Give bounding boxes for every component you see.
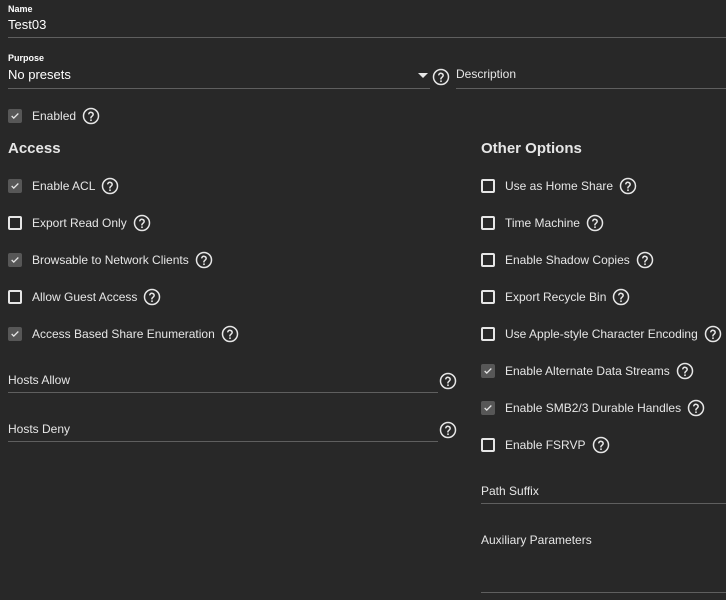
option-row-enable-smb2-3-durable-handles[interactable]: Enable SMB2/3 Durable Handles: [481, 398, 705, 418]
option-row-enable-shadow-copies[interactable]: Enable Shadow Copies: [481, 250, 654, 270]
option-row-allow-guest-access[interactable]: Allow Guest Access: [8, 287, 161, 307]
help-circle-icon[interactable]: [101, 177, 119, 195]
time-machine-label: Time Machine: [505, 216, 580, 230]
enable-alternate-data-streams-checkbox[interactable]: [481, 364, 495, 378]
check-icon: [11, 183, 19, 189]
path-suffix-input[interactable]: Path Suffix: [481, 484, 539, 498]
help-circle-icon[interactable]: [143, 288, 161, 306]
export-recycle-bin-checkbox[interactable]: [481, 290, 495, 304]
option-row-enable-alternate-data-streams[interactable]: Enable Alternate Data Streams: [481, 361, 694, 381]
check-icon: [11, 257, 19, 263]
help-circle-icon[interactable]: [676, 362, 694, 380]
option-row-enable-fsrvp[interactable]: Enable FSRVP: [481, 435, 610, 455]
browsable-to-network-clients-label: Browsable to Network Clients: [32, 253, 189, 267]
help-circle-icon[interactable]: [636, 251, 654, 269]
help-circle-icon[interactable]: [619, 177, 637, 195]
other-options-section-title: Other Options: [481, 140, 582, 157]
hosts-allow-input[interactable]: Hosts Allow: [8, 373, 70, 387]
purpose-underline: [8, 88, 430, 89]
use-as-home-share-label: Use as Home Share: [505, 179, 614, 193]
check-icon: [11, 331, 19, 337]
access-based-share-enumeration-label: Access Based Share Enumeration: [32, 327, 215, 341]
export-read-only-checkbox[interactable]: [8, 216, 22, 230]
enable-smb2-3-durable-handles-label: Enable SMB2/3 Durable Handles: [505, 401, 682, 415]
help-circle-icon[interactable]: [221, 325, 239, 343]
allow-guest-access-label: Allow Guest Access: [32, 290, 138, 304]
help-circle-icon[interactable]: [82, 107, 100, 125]
name-label: Name: [8, 4, 33, 14]
check-icon: [11, 113, 19, 119]
export-read-only-label: Export Read Only: [32, 216, 127, 230]
hosts-allow-underline: [8, 392, 438, 393]
path-suffix-underline: [481, 503, 726, 504]
hosts-deny-underline: [8, 441, 438, 442]
auxiliary-parameters-underline: [481, 592, 726, 593]
check-icon: [484, 368, 492, 374]
caret-down-icon[interactable]: [418, 73, 428, 78]
use-as-home-share-checkbox[interactable]: [481, 179, 495, 193]
enable-shadow-copies-label: Enable Shadow Copies: [505, 253, 630, 267]
description-underline: [456, 88, 726, 89]
option-row-enable-acl[interactable]: Enable ACL: [8, 176, 119, 196]
access-section-title: Access: [8, 140, 61, 157]
name-input[interactable]: Test03: [8, 17, 46, 32]
help-circle-icon[interactable]: [704, 325, 722, 343]
enabled-label: Enabled: [32, 109, 77, 123]
enable-acl-checkbox[interactable]: [8, 179, 22, 193]
enabled-checkbox-row[interactable]: Enabled: [8, 106, 100, 126]
option-row-export-recycle-bin[interactable]: Export Recycle Bin: [481, 287, 630, 307]
check-icon: [484, 405, 492, 411]
enabled-checkbox[interactable]: [8, 109, 22, 123]
help-circle-icon[interactable]: [687, 399, 705, 417]
name-underline: [8, 37, 726, 38]
hosts-deny-input[interactable]: Hosts Deny: [8, 422, 70, 436]
description-input[interactable]: Description: [456, 67, 516, 81]
export-recycle-bin-label: Export Recycle Bin: [505, 290, 607, 304]
option-row-browsable-to-network-clients[interactable]: Browsable to Network Clients: [8, 250, 213, 270]
option-row-time-machine[interactable]: Time Machine: [481, 213, 604, 233]
enable-acl-label: Enable ACL: [32, 179, 96, 193]
browsable-to-network-clients-checkbox[interactable]: [8, 253, 22, 267]
help-circle-icon[interactable]: [439, 372, 457, 390]
time-machine-checkbox[interactable]: [481, 216, 495, 230]
enable-smb2-3-durable-handles-checkbox[interactable]: [481, 401, 495, 415]
use-apple-style-character-encoding-label: Use Apple-style Character Encoding: [505, 327, 698, 341]
option-row-access-based-share-enumeration[interactable]: Access Based Share Enumeration: [8, 324, 239, 344]
enable-fsrvp-checkbox[interactable]: [481, 438, 495, 452]
use-apple-style-character-encoding-checkbox[interactable]: [481, 327, 495, 341]
purpose-label: Purpose: [8, 53, 45, 63]
enable-alternate-data-streams-label: Enable Alternate Data Streams: [505, 364, 670, 378]
allow-guest-access-checkbox[interactable]: [8, 290, 22, 304]
option-row-use-apple-style-character-encoding[interactable]: Use Apple-style Character Encoding: [481, 324, 722, 344]
help-circle-icon[interactable]: [133, 214, 151, 232]
help-circle-icon[interactable]: [586, 214, 604, 232]
auxiliary-parameters-textarea[interactable]: Auxiliary Parameters: [481, 533, 592, 547]
help-circle-icon[interactable]: [439, 421, 457, 439]
help-circle-icon[interactable]: [432, 68, 450, 86]
help-circle-icon[interactable]: [612, 288, 630, 306]
access-based-share-enumeration-checkbox[interactable]: [8, 327, 22, 341]
enable-shadow-copies-checkbox[interactable]: [481, 253, 495, 267]
option-row-use-as-home-share[interactable]: Use as Home Share: [481, 176, 637, 196]
help-circle-icon[interactable]: [195, 251, 213, 269]
help-circle-icon[interactable]: [592, 436, 610, 454]
purpose-help: [432, 68, 450, 91]
purpose-select[interactable]: No presets: [8, 67, 71, 82]
option-row-export-read-only[interactable]: Export Read Only: [8, 213, 151, 233]
enable-fsrvp-label: Enable FSRVP: [505, 438, 586, 452]
